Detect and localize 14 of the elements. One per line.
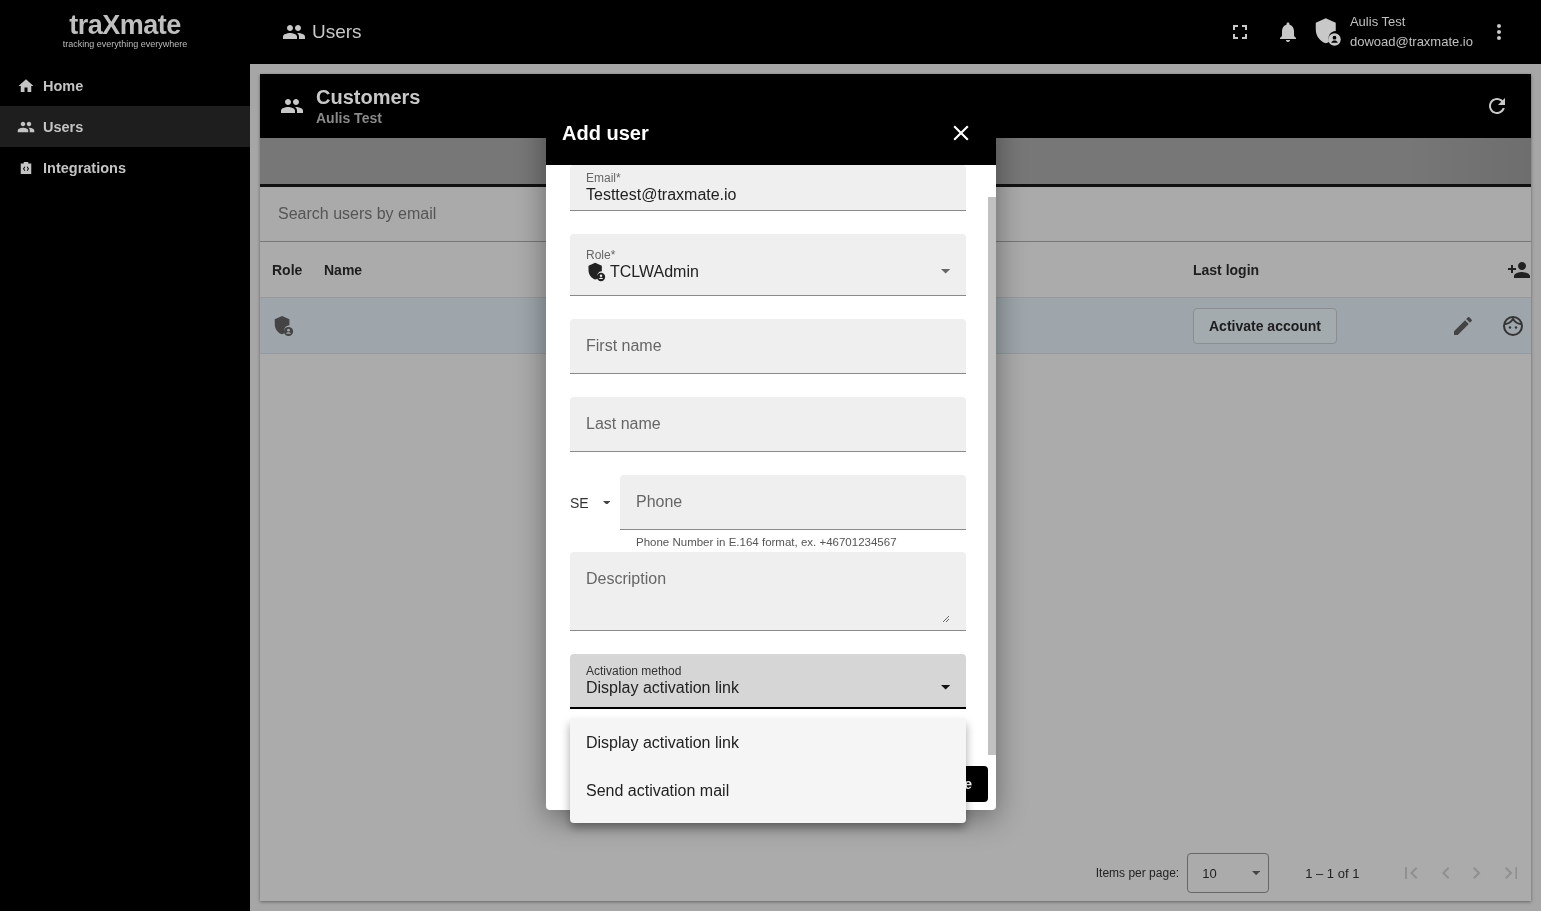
items-per-page-label: Items per page:	[1095, 866, 1180, 880]
user-name: Aulis Test	[1349, 13, 1407, 31]
column-header: Last login	[1193, 261, 1260, 278]
dialog-title: Add user	[562, 121, 649, 145]
phone-hint: Phone Number in E.164 format, ex. +46701234567	[635, 535, 898, 550]
card-subtitle: Aulis Test	[316, 111, 383, 125]
column-header: Name	[324, 261, 363, 278]
card-title: Customers	[316, 87, 421, 107]
column-header: Role	[272, 261, 304, 278]
user-email: dowoad@traxmate.io	[1349, 33, 1473, 51]
page-title: Users	[312, 21, 362, 43]
logo-tagline: tracking everything everywhere	[62, 39, 188, 49]
logo: traXmate	[69, 11, 181, 39]
page-range: 1 – 1 of 1	[1305, 865, 1360, 881]
